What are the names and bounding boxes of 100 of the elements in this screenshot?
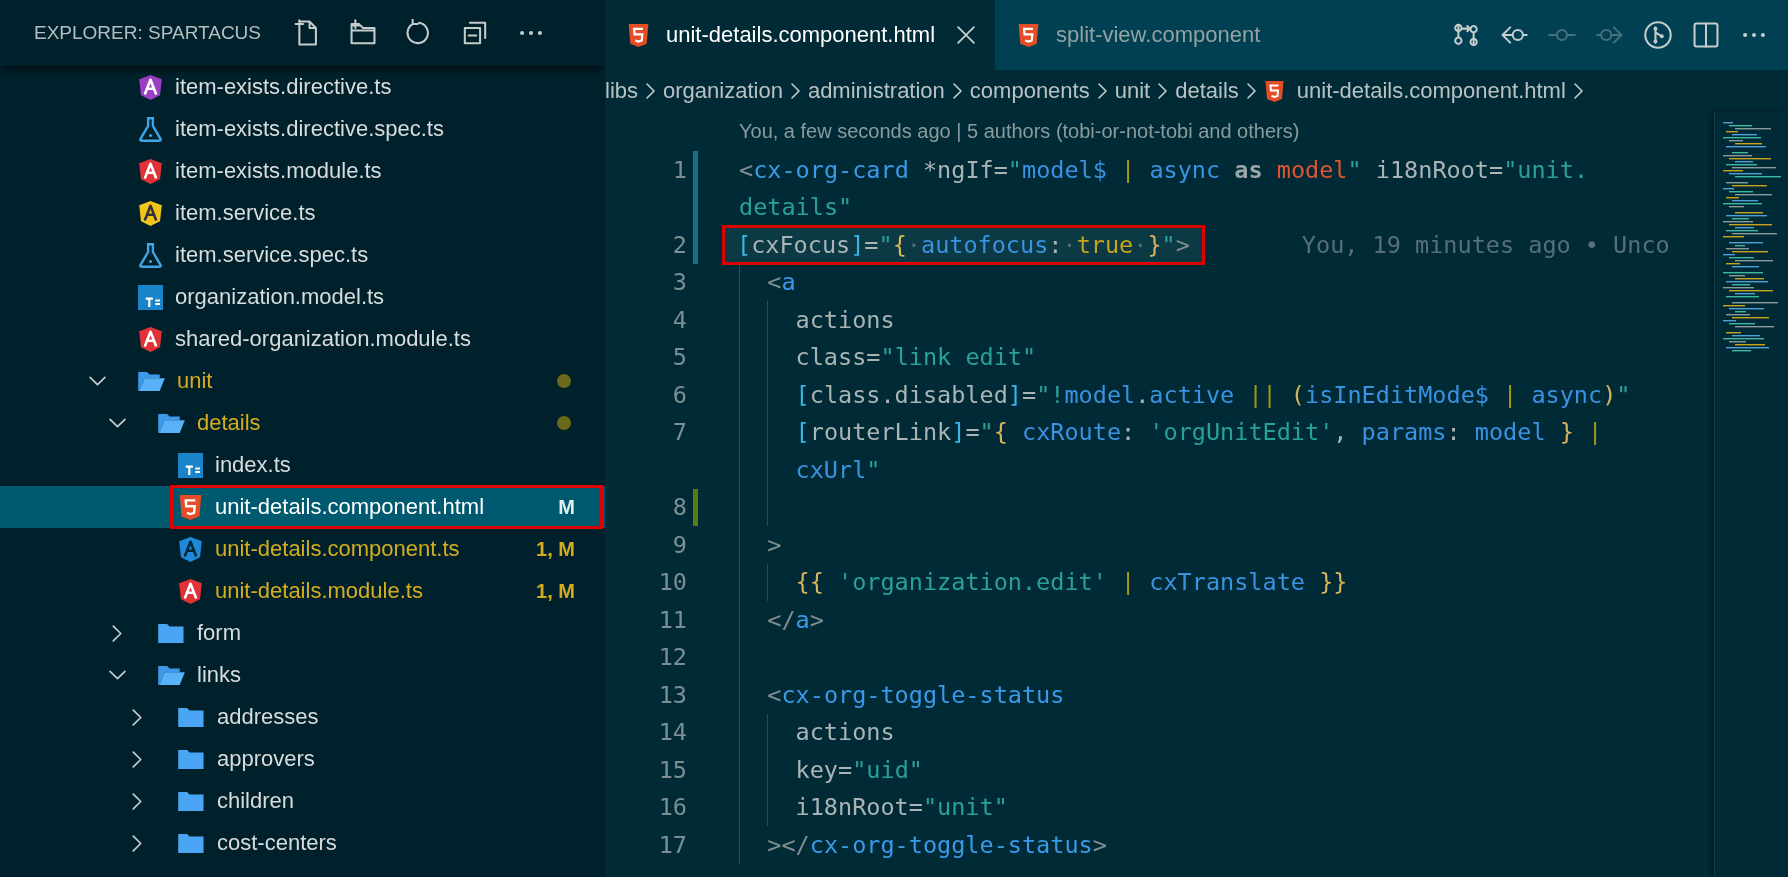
- file-item[interactable]: unit-details.component.ts 1, M: [0, 528, 605, 570]
- file-item[interactable]: item.service.ts: [0, 192, 605, 234]
- folder-icon: [178, 833, 205, 853]
- git-graph-icon[interactable]: [1644, 21, 1672, 49]
- html-file-icon: [627, 23, 650, 47]
- angular-icon: [138, 200, 163, 226]
- file-name: form: [197, 620, 242, 646]
- file-name: shared-organization.module.ts: [175, 326, 472, 352]
- git-status-label: 1, M: [536, 537, 575, 561]
- chevron-right-icon: [1246, 83, 1256, 99]
- chevron-right-icon: [1097, 83, 1107, 99]
- folder-item[interactable]: details: [0, 402, 605, 444]
- file-item[interactable]: organization.model.ts: [0, 276, 605, 318]
- file-name: approvers: [217, 746, 316, 772]
- chevron-right-icon[interactable]: [132, 708, 142, 726]
- chevron-right-icon: [646, 83, 655, 99]
- code-line: i18nRoot="unit": [795, 793, 1008, 822]
- editor-tab[interactable]: unit-details.component.html: [605, 0, 996, 70]
- file-item[interactable]: unit-details.component.html M: [0, 486, 605, 528]
- file-item[interactable]: unit-details.module.ts 1, M: [0, 570, 605, 612]
- folder-icon: [158, 623, 185, 643]
- chevron-down-icon[interactable]: [88, 376, 106, 386]
- line-number: 12: [657, 643, 687, 672]
- modified-dot-icon: [557, 374, 571, 388]
- code-line: </a>: [767, 605, 824, 634]
- code-line: details": [739, 193, 853, 222]
- breadcrumb-item[interactable]: unit: [1114, 78, 1151, 104]
- chevron-right-icon[interactable]: [132, 834, 142, 852]
- folder-item[interactable]: children: [0, 780, 605, 822]
- line-number: 9: [671, 530, 687, 559]
- folder-icon: [178, 707, 205, 727]
- code-line: [routerLink]="{ cxRoute: 'orgUnitEdit', params: model } |: [795, 418, 1603, 447]
- modified-dot-icon: [557, 416, 571, 430]
- file-item[interactable]: item-exists.directive.spec.ts: [0, 108, 605, 150]
- line-number: 10: [657, 568, 687, 597]
- file-name: unit-details.component.ts: [215, 536, 461, 562]
- breadcrumb-item[interactable]: components: [969, 78, 1090, 104]
- file-name: item.service.ts: [175, 200, 317, 226]
- chevron-right-icon[interactable]: [132, 792, 142, 810]
- file-name: details: [197, 410, 262, 436]
- chevron-right-icon[interactable]: [112, 624, 122, 642]
- breadcrumb-item[interactable]: details: [1175, 78, 1239, 104]
- file-name: item.service.spec.ts: [175, 242, 370, 268]
- file-name: unit: [177, 368, 214, 394]
- folder-item[interactable]: links: [0, 654, 605, 696]
- chevron-right-icon: [952, 83, 962, 99]
- code-line: >: [767, 530, 782, 559]
- line-number: 6: [671, 380, 687, 409]
- file-name: item-exists.directive.ts: [175, 74, 393, 100]
- chevron-right-icon[interactable]: [132, 750, 142, 768]
- breadcrumb-item[interactable]: libs: [605, 78, 638, 104]
- code-line: actions: [795, 718, 895, 747]
- open-folder-icon: [138, 371, 165, 391]
- folder-item[interactable]: addresses: [0, 696, 605, 738]
- file-item[interactable]: item-exists.directive.ts: [0, 66, 605, 108]
- flask-icon: [138, 242, 163, 268]
- split-editor-icon[interactable]: [1692, 21, 1720, 49]
- code-line: <cx-org-card *ngIf="model$ | async as model" i18nRoot="unit.: [739, 155, 1589, 184]
- breadcrumb-item[interactable]: organization: [663, 78, 783, 104]
- typescript-file-icon: [178, 452, 203, 478]
- line-number: 13: [657, 680, 687, 709]
- codelens-text[interactable]: You, a few seconds ago | 5 authors (tobi-or-not-tobi and others): [739, 112, 1300, 151]
- open-folder-icon: [158, 413, 185, 433]
- file-item[interactable]: index.ts: [0, 444, 605, 486]
- folder-item[interactable]: approvers: [0, 738, 605, 780]
- chevron-down-icon[interactable]: [108, 670, 126, 680]
- file-item[interactable]: shared-organization.module.ts: [0, 318, 605, 360]
- code-line: cxUrl": [795, 455, 881, 484]
- code-line: actions: [795, 305, 895, 334]
- line-number: 2: [671, 230, 687, 259]
- file-item[interactable]: item.service.spec.ts: [0, 234, 605, 276]
- file-name: children: [217, 788, 296, 814]
- folder-item[interactable]: form: [0, 612, 605, 654]
- chevron-right-icon: [790, 83, 800, 99]
- file-name: addresses: [217, 704, 320, 730]
- code-line: {{ 'organization.edit' | cxTranslate }}: [795, 568, 1348, 597]
- code-line: ></cx-org-toggle-status>: [767, 830, 1107, 859]
- close-icon[interactable]: [957, 26, 976, 44]
- typescript-file-icon: [138, 284, 163, 310]
- line-number: 16: [657, 793, 687, 822]
- file-name: index.ts: [215, 452, 292, 478]
- html-file-icon: [1263, 80, 1285, 102]
- open-folder-icon: [158, 665, 185, 685]
- file-item[interactable]: item-exists.module.ts: [0, 150, 605, 192]
- code-line: key="uid": [795, 755, 923, 784]
- new-folder-icon[interactable]: [349, 19, 377, 47]
- line-number: 17: [657, 830, 687, 859]
- file-name: cost-centers: [217, 830, 338, 856]
- code-line: [class.disabled]="!model.active || (isInEditMode$ | async)": [795, 380, 1631, 409]
- line-number: 1: [671, 155, 687, 184]
- chevron-down-icon[interactable]: [108, 418, 126, 428]
- collapse-all-icon[interactable]: [461, 19, 489, 47]
- breadcrumb-item[interactable]: administration: [807, 78, 945, 104]
- line-number: 3: [671, 268, 687, 297]
- compare-changes-icon[interactable]: [1452, 21, 1480, 49]
- code-line: <cx-org-toggle-status: [767, 680, 1065, 709]
- html-file-icon: [1017, 23, 1041, 47]
- breadcrumb-item[interactable]: unit-details.component.html: [1263, 78, 1566, 104]
- folder-item[interactable]: cost-centers: [0, 822, 605, 864]
- folder-item[interactable]: unit: [0, 360, 605, 402]
